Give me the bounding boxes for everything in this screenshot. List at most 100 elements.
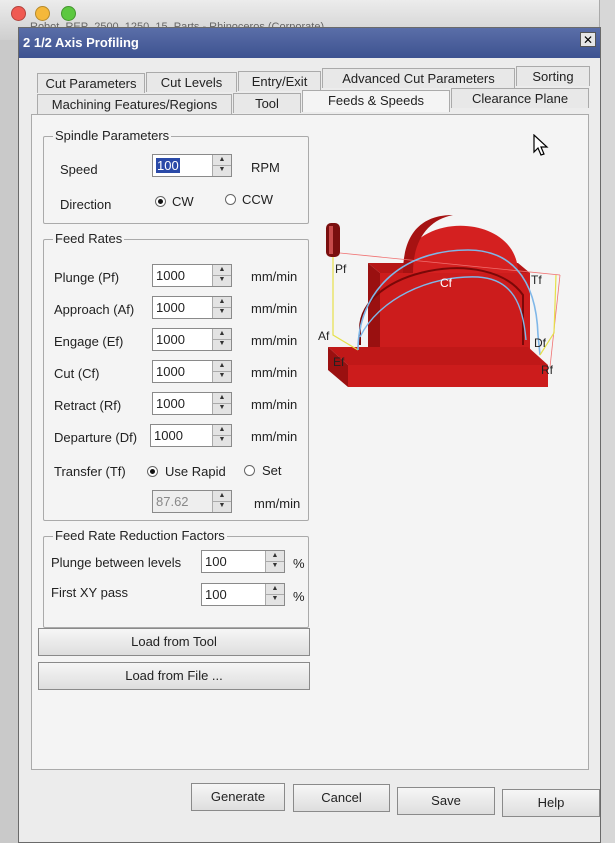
window-close-button[interactable] — [11, 6, 26, 21]
rf-diagram-label: Rf — [541, 363, 554, 377]
engage-value: 1000 — [156, 332, 185, 347]
plunge-between-levels-label: Plunge between levels — [51, 555, 182, 570]
engage-field[interactable]: 1000 ▲ ▼ — [152, 328, 232, 351]
transfer-rate-field[interactable]: 87.62 ▲ ▼ — [152, 490, 232, 513]
tab-entry-exit[interactable]: Entry/Exit — [238, 71, 321, 91]
departure-spinner[interactable]: ▲ ▼ — [212, 425, 231, 446]
cut-spinner[interactable]: ▲ ▼ — [212, 361, 231, 382]
save-button[interactable]: Save — [397, 787, 495, 815]
retract-value: 1000 — [156, 396, 185, 411]
cut-value: 1000 — [156, 364, 185, 379]
dialog-titlebar[interactable]: 2 1/2 Axis Profiling ✕ — [19, 28, 600, 58]
plunge-field[interactable]: 1000 ▲ ▼ — [152, 264, 232, 287]
approach-value: 1000 — [156, 300, 185, 315]
plunge-between-levels-value: 100 — [205, 554, 227, 569]
ccw-radio[interactable] — [225, 194, 236, 205]
use-rapid-label: Use Rapid — [165, 464, 226, 479]
load-from-tool-button[interactable]: Load from Tool — [38, 628, 310, 656]
retract-spinner[interactable]: ▲ ▼ — [212, 393, 231, 414]
first-xy-pass-spinner[interactable]: ▲ ▼ — [265, 584, 284, 605]
tab-cut-parameters[interactable]: Cut Parameters — [37, 73, 145, 93]
approach-spinner[interactable]: ▲ ▼ — [212, 297, 231, 318]
speed-value: 100 — [156, 158, 180, 173]
speed-label: Speed — [60, 162, 98, 177]
engage-label: Engage (Ef) — [54, 334, 124, 349]
approach-unit: mm/min — [251, 301, 298, 316]
transfer-rate-unit: mm/min — [254, 496, 301, 511]
feed-rate-reduction-group: Feed Rate Reduction Factors Plunge betwe… — [43, 528, 309, 628]
approach-label: Approach (Af) — [54, 302, 135, 317]
use-rapid-radio[interactable] — [147, 466, 158, 477]
host-right-panel — [599, 0, 615, 843]
window-minimize-button[interactable] — [35, 6, 50, 21]
engage-spinner[interactable]: ▲ ▼ — [212, 329, 231, 350]
cutter-tool-icon — [326, 223, 340, 257]
red-block-illustration — [328, 215, 548, 387]
dialog-close-button[interactable]: ✕ — [580, 32, 596, 47]
tab-sorting[interactable]: Sorting — [516, 66, 590, 86]
ef-diagram-label: Ef — [333, 355, 345, 369]
mouse-cursor-icon — [533, 134, 549, 156]
retract-unit: mm/min — [251, 397, 298, 412]
cf-diagram-label: Cf — [440, 276, 453, 290]
tab-feeds-speeds[interactable]: Feeds & Speeds — [302, 90, 450, 112]
cut-unit: mm/min — [251, 365, 298, 380]
tf-diagram-label: Tf — [531, 273, 542, 287]
retract-field[interactable]: 1000 ▲ ▼ — [152, 392, 232, 415]
first-xy-pass-field[interactable]: 100 ▲ ▼ — [201, 583, 285, 606]
plunge-value: 1000 — [156, 268, 185, 283]
transfer-rate-spinner[interactable]: ▲ ▼ — [212, 491, 231, 512]
engage-unit: mm/min — [251, 333, 298, 348]
window-zoom-button[interactable] — [61, 6, 76, 21]
help-button[interactable]: Help — [502, 789, 600, 817]
speed-field[interactable]: 100 ▲ ▼ — [152, 154, 232, 177]
departure-field[interactable]: 1000 ▲ ▼ — [150, 424, 232, 447]
set-radio[interactable] — [244, 465, 255, 476]
plunge-between-levels-field[interactable]: 100 ▲ ▼ — [201, 550, 285, 573]
profiling-dialog: 2 1/2 Axis Profiling ✕ Cut Parameters Cu… — [18, 27, 601, 843]
dialog-title: 2 1/2 Axis Profiling — [23, 35, 139, 50]
spindle-parameters-group: Spindle Parameters Speed 100 ▲ ▼ RPM Dire… — [43, 128, 309, 224]
plunge-between-levels-spinner[interactable]: ▲ ▼ — [265, 551, 284, 572]
cw-label: CW — [172, 194, 194, 209]
spindle-parameters-legend: Spindle Parameters — [53, 128, 172, 144]
feed-rate-diagram: Pf Cf Tf Af Ef Df Rf — [318, 215, 561, 387]
feed-rates-group: Feed Rates Plunge (Pf) 1000 ▲ ▼ mm/min Ap… — [43, 231, 309, 521]
tab-clearance-plane[interactable]: Clearance Plane — [451, 88, 589, 108]
tab-advanced-cut-parameters[interactable]: Advanced Cut Parameters — [322, 68, 515, 88]
set-label: Set — [262, 463, 282, 478]
pf-diagram-label: Pf — [335, 262, 347, 276]
speed-unit: RPM — [251, 160, 280, 175]
departure-label: Departure (Df) — [54, 430, 138, 445]
host-left-panel — [0, 40, 19, 843]
departure-value: 1000 — [154, 428, 183, 443]
cancel-button[interactable]: Cancel — [293, 784, 390, 812]
plunge-between-levels-unit: % — [293, 556, 305, 571]
cut-label: Cut (Cf) — [54, 366, 100, 381]
tab-tool[interactable]: Tool — [233, 93, 301, 113]
plunge-unit: mm/min — [251, 269, 298, 284]
transfer-rate-value: 87.62 — [156, 494, 189, 509]
plunge-spinner[interactable]: ▲ ▼ — [212, 265, 231, 286]
tab-cut-levels[interactable]: Cut Levels — [146, 72, 237, 92]
first-xy-pass-value: 100 — [205, 587, 227, 602]
cw-radio[interactable] — [155, 196, 166, 207]
load-from-file-button[interactable]: Load from File ... — [38, 662, 310, 690]
speed-spinner[interactable]: ▲ ▼ — [212, 155, 231, 176]
af-diagram-label: Af — [318, 329, 330, 343]
generate-button[interactable]: Generate — [191, 783, 285, 811]
retract-label: Retract (Rf) — [54, 398, 122, 413]
transfer-label: Transfer (Tf) — [54, 464, 126, 479]
feed-rates-legend: Feed Rates — [53, 231, 125, 247]
plunge-label: Plunge (Pf) — [54, 270, 120, 285]
tab-machining-features-regions[interactable]: Machining Features/Regions — [37, 94, 232, 114]
direction-label: Direction — [60, 197, 112, 212]
approach-field[interactable]: 1000 ▲ ▼ — [152, 296, 232, 319]
first-xy-pass-unit: % — [293, 589, 305, 604]
cut-field[interactable]: 1000 ▲ ▼ — [152, 360, 232, 383]
df-diagram-label: Df — [534, 336, 547, 350]
feed-rate-reduction-legend: Feed Rate Reduction Factors — [53, 528, 227, 544]
ccw-label: CCW — [242, 192, 274, 207]
departure-unit: mm/min — [251, 429, 298, 444]
first-xy-pass-label: First XY pass — [51, 585, 129, 600]
